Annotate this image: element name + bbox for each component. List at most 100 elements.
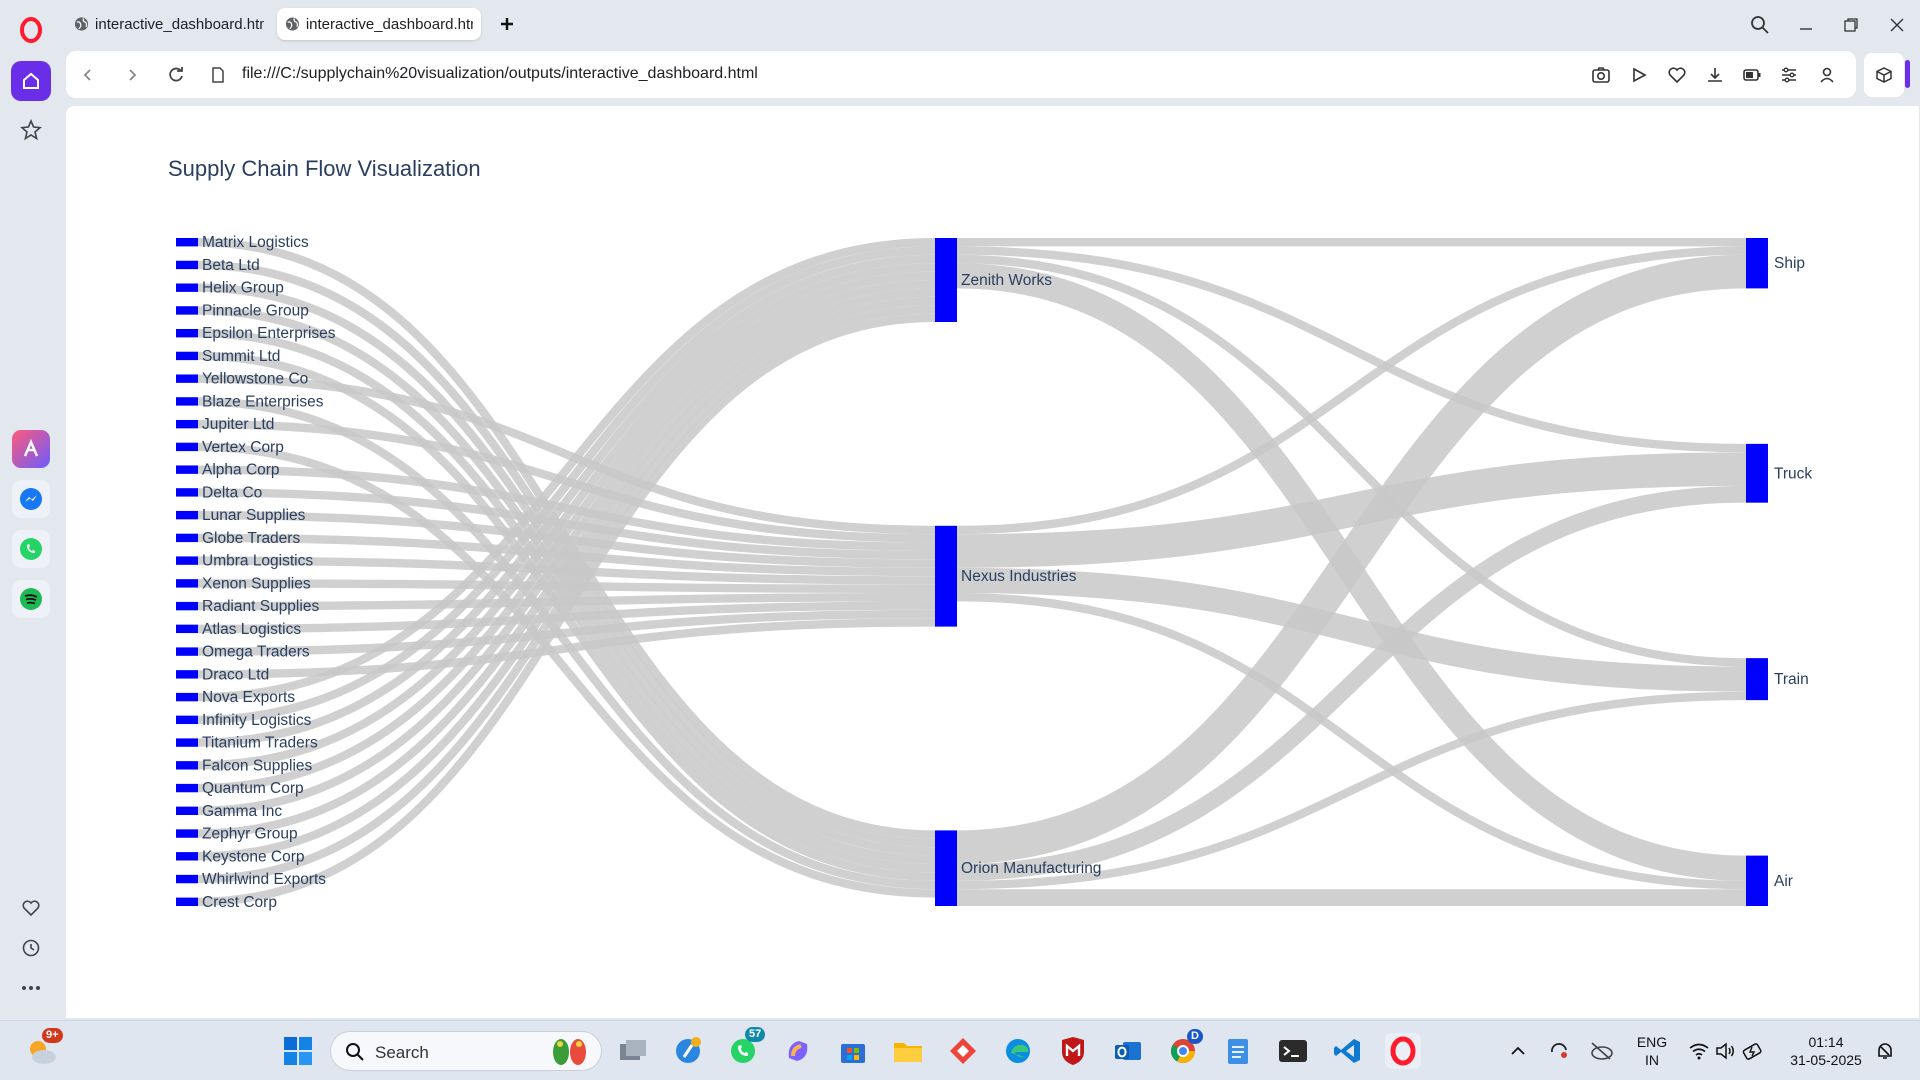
vscode-icon[interactable] [1330, 1033, 1366, 1069]
sankey-node-radiant-supplies[interactable] [176, 601, 198, 611]
whatsapp-icon[interactable]: 57 [725, 1027, 766, 1069]
close-icon[interactable] [1882, 10, 1912, 40]
more-icon[interactable] [11, 968, 51, 1008]
sankey-node-blaze-enterprises[interactable] [176, 397, 198, 406]
play-icon[interactable] [1626, 62, 1652, 88]
terminal-icon[interactable] [1275, 1033, 1311, 1069]
taskbar-search[interactable]: Search [330, 1031, 602, 1071]
sankey-node-atlas-logistics[interactable] [176, 624, 198, 634]
history-icon[interactable] [11, 928, 51, 968]
sankey-label-nova-exports: Nova Exports [202, 689, 295, 706]
aria-icon[interactable] [12, 430, 50, 468]
reload-icon[interactable] [162, 61, 190, 89]
profile-icon[interactable] [1814, 62, 1840, 88]
sankey-link-nexus-industries-to-train[interactable] [956, 567, 1747, 692]
outlook-icon[interactable] [1110, 1033, 1146, 1069]
sankey-node-train[interactable] [1746, 658, 1768, 701]
battery-icon[interactable] [1740, 1033, 1766, 1069]
notepad-icon[interactable] [1220, 1033, 1256, 1069]
messenger-icon[interactable] [12, 480, 50, 518]
heart-icon[interactable] [11, 888, 51, 928]
edge-icon[interactable] [1000, 1033, 1036, 1069]
office-copilot-icon[interactable] [780, 1033, 816, 1069]
heart-icon[interactable] [1664, 62, 1690, 88]
sankey-node-helix-group[interactable] [176, 283, 198, 292]
sankey-node-matrix-logistics[interactable] [176, 238, 198, 247]
sankey-node-infinity-logistics[interactable] [176, 715, 198, 725]
sankey-node-jupiter-ltd[interactable] [176, 419, 198, 429]
sankey-node-falcon-supplies[interactable] [176, 761, 198, 770]
sankey-node-whirlwind-exports[interactable] [176, 874, 198, 884]
weather-widget-icon[interactable]: 9+ [22, 1028, 63, 1071]
sankey-node-orion-manufacturing[interactable] [935, 830, 957, 906]
mcafee-icon[interactable] [1055, 1033, 1091, 1069]
download-icon[interactable] [1702, 62, 1728, 88]
forward-icon[interactable] [118, 61, 146, 89]
home-icon[interactable] [11, 61, 51, 101]
easy-setup-icon[interactable] [1776, 62, 1802, 88]
widget-badge: 9+ [42, 1028, 63, 1043]
sankey-node-zephyr-group[interactable] [176, 829, 198, 838]
file-explorer-icon[interactable] [890, 1033, 926, 1069]
spotify-icon[interactable] [12, 580, 50, 618]
sankey-node-xenon-supplies[interactable] [176, 579, 198, 588]
tab-search-icon[interactable] [1745, 10, 1775, 40]
sankey-node-beta-ltd[interactable] [176, 260, 198, 270]
task-view-icon[interactable] [615, 1033, 651, 1069]
copilot-icon[interactable] [670, 1033, 706, 1069]
sankey-node-titanium-traders[interactable] [176, 738, 198, 747]
sankey-node-epsilon-enterprises[interactable] [176, 328, 198, 338]
sankey-node-truck[interactable] [1746, 443, 1768, 503]
sankey-node-ship[interactable] [1746, 238, 1768, 289]
battery-saver-icon[interactable] [1739, 62, 1765, 88]
tab-dashboard-1[interactable]: interactive_dashboard.html [66, 8, 272, 40]
restore-icon[interactable] [1836, 10, 1866, 40]
sankey-node-lunar-supplies[interactable] [176, 510, 198, 520]
sankey-node-gamma-inc[interactable] [176, 806, 198, 816]
minimize-icon[interactable] [1791, 10, 1821, 40]
language-indicator[interactable]: ENG IN [1632, 1033, 1672, 1069]
sankey-node-pinnacle-group[interactable] [176, 306, 198, 315]
chrome-icon[interactable]: D [1165, 1029, 1203, 1069]
opera-logo[interactable] [19, 16, 43, 44]
snapshot-icon[interactable] [1588, 62, 1614, 88]
sankey-node-draco-ltd[interactable] [176, 670, 198, 679]
sankey-node-omega-traders[interactable] [176, 647, 198, 656]
new-tab-button[interactable] [495, 12, 519, 36]
onedrive-offline-icon[interactable] [1586, 1033, 1616, 1069]
volume-icon[interactable] [1713, 1033, 1739, 1069]
notification-bell-icon[interactable] [1872, 1033, 1898, 1069]
address-url[interactable]: file:///C:/supplychain%20visualization/o… [242, 65, 758, 83]
sync-icon[interactable] [1545, 1033, 1573, 1069]
wifi-icon[interactable] [1686, 1033, 1712, 1069]
sankey-label-air: Air [1774, 873, 1793, 890]
star-icon[interactable] [11, 110, 51, 150]
sankey-node-air[interactable] [1746, 855, 1768, 906]
opera-taskbar-icon[interactable] [1385, 1033, 1421, 1069]
sankey-node-keystone-corp[interactable] [176, 852, 198, 861]
sankey-node-summit-ltd[interactable] [176, 351, 198, 361]
sankey-node-nexus-industries[interactable] [935, 525, 957, 627]
microsoft-store-icon[interactable] [835, 1033, 871, 1069]
windows-start-icon[interactable] [280, 1033, 316, 1069]
address-bar-row: file:///C:/supplychain%20visualization/o… [66, 51, 1856, 98]
clock[interactable]: 01:14 31-05-2025 [1778, 1033, 1874, 1069]
sankey-node-quantum-corp[interactable] [176, 783, 198, 793]
sankey-node-zenith-works[interactable] [935, 238, 957, 322]
tab-dashboard-2[interactable]: interactive_dashboard.html [277, 8, 481, 40]
sankey-node-alpha-corp[interactable] [176, 465, 198, 474]
back-icon[interactable] [74, 61, 102, 89]
sankey-label-zenith-works: Zenith Works [961, 272, 1052, 289]
chevron-up-icon[interactable] [1505, 1033, 1531, 1069]
extensions-icon[interactable] [1864, 53, 1904, 97]
sankey-node-vertex-corp[interactable] [176, 442, 198, 452]
sankey-node-crest-corp[interactable] [176, 897, 198, 906]
sankey-chart[interactable]: Matrix Logistics Beta Ltd Helix Group Pinna… [66, 106, 1919, 1018]
sankey-node-umbra-logistics[interactable] [176, 556, 198, 565]
anydesk-icon[interactable] [945, 1033, 981, 1069]
whatsapp-icon[interactable] [12, 530, 50, 568]
sankey-node-nova-exports[interactable] [176, 692, 198, 702]
sankey-node-globe-traders[interactable] [176, 533, 198, 543]
sankey-node-yellowstone-co[interactable] [176, 374, 198, 383]
sankey-node-delta-co[interactable] [176, 488, 198, 497]
